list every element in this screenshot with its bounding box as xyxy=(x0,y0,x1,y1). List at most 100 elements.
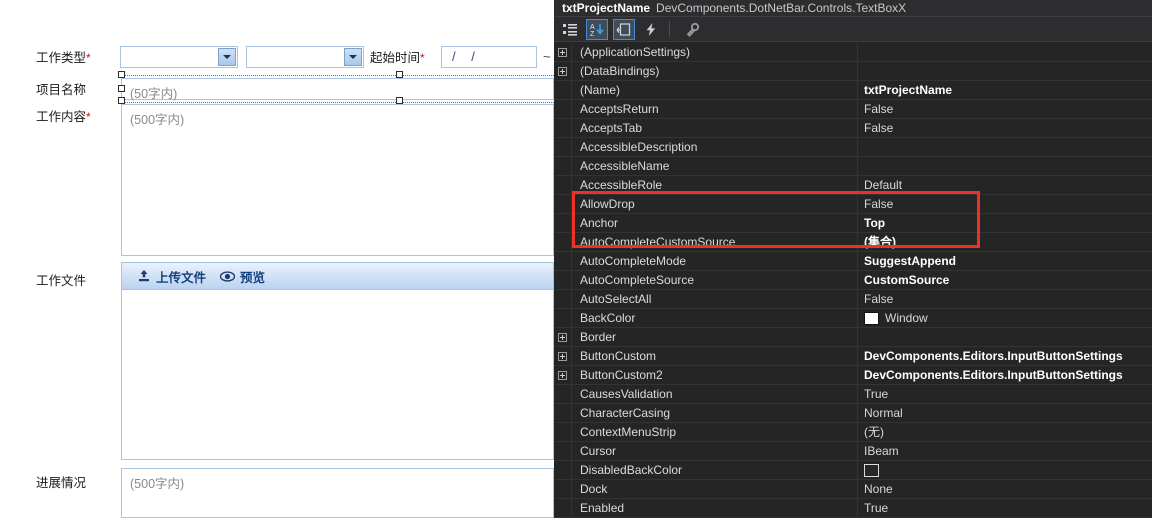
property-name: AcceptsTab xyxy=(572,118,858,138)
property-value[interactable]: (无) xyxy=(858,423,1152,442)
plus-square-icon[interactable] xyxy=(558,47,567,57)
combo-work-type-1[interactable] xyxy=(120,46,238,68)
upload-file-button[interactable]: 上传文件 xyxy=(136,267,206,286)
property-row[interactable]: AutoCompleteSource CustomSource xyxy=(554,270,1152,290)
winforms-designer-surface[interactable]: 工作类型* 起始时间* / / ~ 项目名称 (50字内) 工作内容* (500… xyxy=(0,0,554,518)
toolbar-separator xyxy=(669,21,670,37)
property-value[interactable]: True xyxy=(858,499,1152,518)
property-value[interactable]: True xyxy=(858,385,1152,404)
properties-pane-toolbar[interactable]: A Z xyxy=(554,17,1152,42)
property-value[interactable]: DevComponents.Editors.InputButtonSetting… xyxy=(858,347,1152,366)
property-value[interactable]: False xyxy=(858,195,1152,214)
expand-toggle[interactable] xyxy=(554,61,572,81)
property-row[interactable]: CharacterCasing Normal xyxy=(554,403,1152,423)
resize-handle-top-center[interactable] xyxy=(396,71,403,78)
property-value[interactable]: False xyxy=(858,100,1152,119)
properties-pane-header: txtProjectName DevComponents.DotNetBar.C… xyxy=(554,0,1152,17)
property-row[interactable]: AccessibleName xyxy=(554,156,1152,176)
property-value[interactable]: txtProjectName xyxy=(858,81,1152,100)
property-row[interactable]: AccessibleDescription xyxy=(554,137,1152,157)
plus-square-icon[interactable] xyxy=(558,351,567,361)
label-work-file: 工作文件 xyxy=(36,274,87,288)
properties-icon[interactable] xyxy=(613,18,635,40)
property-row[interactable]: Border xyxy=(554,327,1152,347)
property-row[interactable]: ContextMenuStrip (无) xyxy=(554,422,1152,442)
property-row[interactable]: AllowDrop False xyxy=(554,194,1152,214)
property-row[interactable]: DisabledBackColor xyxy=(554,460,1152,480)
resize-handle-bottom-left[interactable] xyxy=(118,97,125,104)
property-row[interactable]: BackColor Window xyxy=(554,308,1152,328)
expand-toggle[interactable] xyxy=(554,327,572,347)
row-gutter xyxy=(554,289,572,309)
textbox-project-name[interactable]: (50字内) xyxy=(121,78,554,101)
chevron-down-icon[interactable] xyxy=(344,48,362,66)
property-value[interactable] xyxy=(858,138,1152,157)
alphabetical-sort-icon[interactable]: A Z xyxy=(586,18,608,40)
expand-toggle[interactable] xyxy=(554,365,572,385)
expand-toggle[interactable] xyxy=(554,346,572,366)
plus-square-icon[interactable] xyxy=(558,370,567,380)
properties-pane[interactable]: txtProjectName DevComponents.DotNetBar.C… xyxy=(554,0,1152,518)
row-gutter xyxy=(554,156,572,176)
property-row[interactable]: AcceptsReturn False xyxy=(554,99,1152,119)
property-row[interactable]: AutoCompleteMode SuggestAppend xyxy=(554,251,1152,271)
property-value[interactable]: DevComponents.Editors.InputButtonSetting… xyxy=(858,366,1152,385)
property-value[interactable]: Normal xyxy=(858,404,1152,423)
property-value[interactable]: None xyxy=(858,480,1152,499)
combo-work-type-2[interactable] xyxy=(246,46,364,68)
categorized-icon[interactable] xyxy=(559,19,581,40)
date-picker-start[interactable]: / / xyxy=(441,46,537,68)
property-value[interactable]: Window xyxy=(858,309,1152,328)
property-value-text: Window xyxy=(885,310,928,325)
row-gutter xyxy=(554,479,572,499)
property-row[interactable]: (Name) txtProjectName xyxy=(554,80,1152,100)
preview-button[interactable]: 预览 xyxy=(220,267,265,286)
property-row[interactable]: ButtonCustom2 DevComponents.Editors.Input… xyxy=(554,365,1152,385)
file-upload-toolbar[interactable]: 上传文件 预览 xyxy=(121,262,554,290)
property-value[interactable] xyxy=(858,43,1152,62)
uploaded-file-list[interactable] xyxy=(121,290,554,460)
property-row[interactable]: (DataBindings) xyxy=(554,61,1152,81)
events-lightning-icon[interactable] xyxy=(640,19,662,40)
property-row[interactable]: (ApplicationSettings) xyxy=(554,42,1152,62)
resize-handle-bottom-center[interactable] xyxy=(396,97,403,104)
resize-handle-top-left[interactable] xyxy=(118,71,125,78)
plus-square-icon[interactable] xyxy=(558,66,567,76)
property-value[interactable] xyxy=(858,157,1152,176)
property-pages-icon[interactable] xyxy=(681,19,703,40)
property-value[interactable]: False xyxy=(858,119,1152,138)
property-row[interactable]: Dock None xyxy=(554,479,1152,499)
property-value[interactable]: CustomSource xyxy=(858,271,1152,290)
property-value[interactable] xyxy=(858,328,1152,347)
plus-square-icon[interactable] xyxy=(558,332,567,342)
property-value[interactable] xyxy=(858,461,1152,480)
textarea-progress[interactable]: (500字内) xyxy=(121,468,554,518)
property-row[interactable]: AutoSelectAll False xyxy=(554,289,1152,309)
textarea-work-content[interactable]: (500字内) xyxy=(121,104,554,256)
resize-handle-middle-left[interactable] xyxy=(118,85,125,92)
property-row[interactable]: Enabled True xyxy=(554,498,1152,518)
expand-toggle[interactable] xyxy=(554,42,572,62)
property-name: AcceptsReturn xyxy=(572,99,858,119)
property-row[interactable]: Cursor IBeam xyxy=(554,441,1152,461)
property-value[interactable]: SuggestAppend xyxy=(858,252,1152,271)
property-value[interactable] xyxy=(858,62,1152,81)
chevron-down-icon[interactable] xyxy=(218,48,236,66)
property-value[interactable]: False xyxy=(858,290,1152,309)
property-row[interactable]: AcceptsTab False xyxy=(554,118,1152,138)
property-grid[interactable]: (ApplicationSettings) (DataBindings) (Name… xyxy=(554,42,1152,518)
textarea-progress-placeholder: (500字内) xyxy=(130,477,185,491)
row-gutter xyxy=(554,384,572,404)
row-gutter xyxy=(554,232,572,252)
property-row[interactable]: Anchor Top xyxy=(554,213,1152,233)
textarea-work-content-placeholder: (500字内) xyxy=(130,113,185,127)
property-row[interactable]: ButtonCustom DevComponents.Editors.InputB… xyxy=(554,346,1152,366)
property-row[interactable]: CausesValidation True xyxy=(554,384,1152,404)
property-value[interactable]: IBeam xyxy=(858,442,1152,461)
property-name: (ApplicationSettings) xyxy=(572,42,858,62)
property-row[interactable]: AutoCompleteCustomSource (集合) xyxy=(554,232,1152,252)
property-value[interactable]: Top xyxy=(858,214,1152,233)
property-row[interactable]: AccessibleRole Default xyxy=(554,175,1152,195)
property-value[interactable]: Default xyxy=(858,176,1152,195)
property-value[interactable]: (集合) xyxy=(858,233,1152,252)
